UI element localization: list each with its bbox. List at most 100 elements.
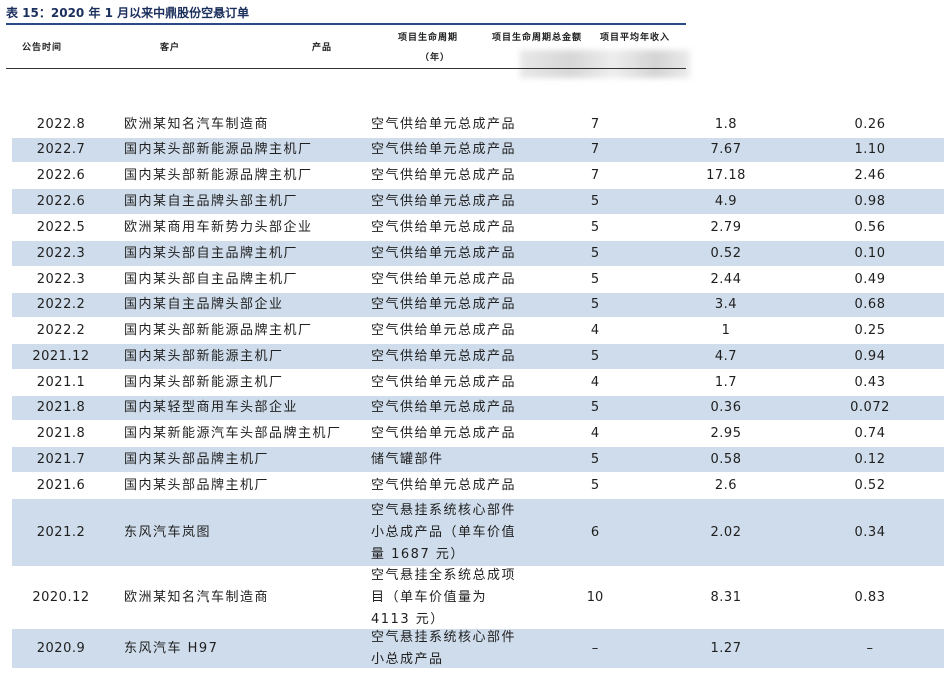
row-customer: 国内某自主品牌头部主机厂: [124, 193, 299, 209]
row-customer: 国内某头部新能源主机厂: [124, 374, 284, 390]
row-annual: 0.12: [854, 451, 886, 467]
row-date: 2022.3: [36, 245, 86, 261]
row-product: 空气供给单元总成产品: [371, 297, 517, 312]
header-divider: [6, 68, 686, 69]
row-product: 空气供给单元总成产品: [371, 322, 517, 338]
table-row: 2021.6 国内某头部品牌主机厂 空气供给单元总成产品 5 2.6 0.52: [12, 473, 944, 499]
row-annual: 0.56: [854, 219, 886, 235]
row-annual: 0.52: [854, 477, 886, 493]
row-annual: 0.34: [854, 524, 886, 540]
row-product: 空气供给单元总成产品: [371, 219, 517, 235]
row-customer: 国内某头部新能源品牌主机厂: [124, 142, 313, 157]
row-product: 空气供给单元总成产品: [371, 167, 517, 183]
orders-table: 2022.8 欧洲某知名汽车制造商 空气供给单元总成产品 7 1.8 0.26 2022.7…: [12, 113, 944, 669]
row-customer: 欧洲某知名汽车制造商: [124, 117, 270, 132]
table-row: 2021.2 东风汽车岚图 空气悬挂系统核心部件 小总成产品（单车价值 量 1687…: [12, 499, 944, 567]
row-annual: 0.83: [854, 589, 886, 605]
row-date: 2022.3: [36, 271, 86, 287]
row-total: 17.18: [706, 167, 746, 183]
row-customer: 国内某头部品牌主机厂: [124, 477, 270, 493]
row-date: 2022.8: [36, 117, 86, 132]
row-annual: 0.072: [850, 400, 890, 415]
row-cycle: 5: [590, 297, 600, 312]
row-annual: 0.74: [854, 425, 886, 441]
row-customer: 国内某头部自主品牌主机厂: [124, 271, 299, 287]
row-customer: 欧洲某知名汽车制造商: [124, 589, 270, 605]
row-customer: 国内某头部新能源品牌主机厂: [124, 167, 313, 183]
row-date: 2022.5: [36, 219, 86, 235]
table-row: 2022.5 欧洲某商用车新势力头部企业 空气供给单元总成产品 5 2.79 0.56: [12, 215, 944, 241]
table-row: 2022.7 国内某头部新能源品牌主机厂 空气供给单元总成产品 7 7.67 1.10: [12, 138, 944, 163]
row-total: 0.36: [710, 400, 742, 415]
row-date: 2021.7: [36, 451, 86, 467]
row-product: 空气供给单元总成产品: [371, 400, 517, 415]
row-date: 2020.9: [36, 640, 86, 656]
row-annual: 0.25: [854, 322, 886, 338]
row-cycle: 10: [586, 589, 604, 605]
row-product: 空气供给单元总成产品: [371, 348, 517, 364]
row-cycle: 5: [590, 451, 600, 467]
table-row: 2022.3 国内某头部自主品牌主机厂 空气供给单元总成产品 5 0.52 0.10: [12, 241, 944, 267]
row-customer: 国内某头部品牌主机厂: [124, 451, 270, 467]
row-customer: 国内某头部自主品牌主机厂: [124, 245, 299, 261]
row-date: 2021.1: [36, 374, 86, 390]
title-divider: [6, 23, 686, 25]
row-customer: 国内某头部新能源品牌主机厂: [124, 322, 313, 338]
row-product: 空气悬挂系统核心部件 小总成产品: [371, 629, 517, 667]
row-cycle: 4: [590, 425, 600, 441]
row-product: 空气供给单元总成产品: [371, 142, 517, 157]
row-cycle: 4: [590, 374, 600, 390]
table-title: 表 15：2020 年 1 月以来中鼎股份空悬订单: [6, 6, 250, 20]
row-date: 2022.7: [36, 142, 86, 157]
row-customer: 欧洲某商用车新势力头部企业: [124, 219, 313, 235]
row-date: 2022.6: [36, 193, 86, 209]
row-cycle: 7: [590, 167, 600, 183]
row-cycle: 5: [590, 348, 600, 364]
header-total: 项目生命周期总金额: [492, 33, 583, 43]
row-product: 空气供给单元总成产品: [371, 425, 517, 441]
blurred-region: [520, 50, 690, 78]
row-date: 2021.6: [36, 477, 86, 493]
row-cycle: 5: [590, 477, 600, 493]
row-product: 空气供给单元总成产品: [371, 374, 517, 390]
row-annual: 1.10: [854, 142, 886, 157]
row-product: 空气供给单元总成产品: [371, 477, 517, 493]
row-date: 2022.2: [36, 297, 86, 312]
table-row: 2022.8 欧洲某知名汽车制造商 空气供给单元总成产品 7 1.8 0.26: [12, 113, 944, 138]
row-total: 4.9: [714, 193, 738, 209]
header-cycle: 项目生命周期: [398, 33, 459, 43]
row-total: 4.7: [714, 348, 738, 364]
table-row: 2022.2 国内某头部新能源品牌主机厂 空气供给单元总成产品 4 1 0.25: [12, 318, 944, 344]
row-total: 2.79: [710, 219, 742, 235]
row-product: 储气罐部件: [371, 451, 444, 467]
row-product: 空气供给单元总成产品: [371, 271, 517, 287]
row-customer: 国内某头部新能源主机厂: [124, 348, 284, 364]
row-total: 7.67: [710, 142, 742, 157]
row-annual: 0.26: [854, 117, 886, 132]
table-row: 2021.8 国内某轻型商用车头部企业 空气供给单元总成产品 5 0.36 0.072: [12, 396, 944, 421]
table-row: 2021.7 国内某头部品牌主机厂 储气罐部件 5 0.58 0.12: [12, 447, 944, 473]
row-cycle: 7: [590, 117, 600, 132]
table-row: 2022.3 国内某头部自主品牌主机厂 空气供给单元总成产品 5 2.44 0.49: [12, 267, 944, 293]
row-total: 2.6: [714, 477, 738, 493]
row-total: 8.31: [710, 589, 742, 605]
row-product: 空气悬挂系统核心部件 小总成产品（单车价值 量 1687 元）: [371, 502, 517, 562]
row-cycle: 5: [590, 271, 600, 287]
row-date: 2020.12: [32, 589, 90, 605]
row-product: 空气供给单元总成产品: [371, 117, 517, 132]
row-total: 1.27: [710, 640, 742, 656]
row-total: 1.8: [714, 117, 738, 132]
row-product: 空气供给单元总成产品: [371, 193, 517, 209]
row-product: 空气供给单元总成产品: [371, 245, 517, 261]
row-annual: 0.43: [854, 374, 886, 390]
row-customer: 东风汽车 H97: [124, 640, 219, 656]
row-cycle: 5: [590, 400, 600, 415]
row-annual: 0.98: [854, 193, 886, 209]
table-row: 2022.6 国内某自主品牌头部主机厂 空气供给单元总成产品 5 4.9 0.98: [12, 189, 944, 215]
table-row: 2020.12 欧洲某知名汽车制造商 空气悬挂全系统总成项 目（单车价值量为 411…: [12, 567, 944, 629]
row-cycle: 6: [590, 524, 600, 540]
row-total: 0.52: [710, 245, 742, 261]
row-cycle: 5: [590, 193, 600, 209]
row-annual: –: [866, 640, 874, 656]
row-total: 1: [721, 322, 731, 338]
